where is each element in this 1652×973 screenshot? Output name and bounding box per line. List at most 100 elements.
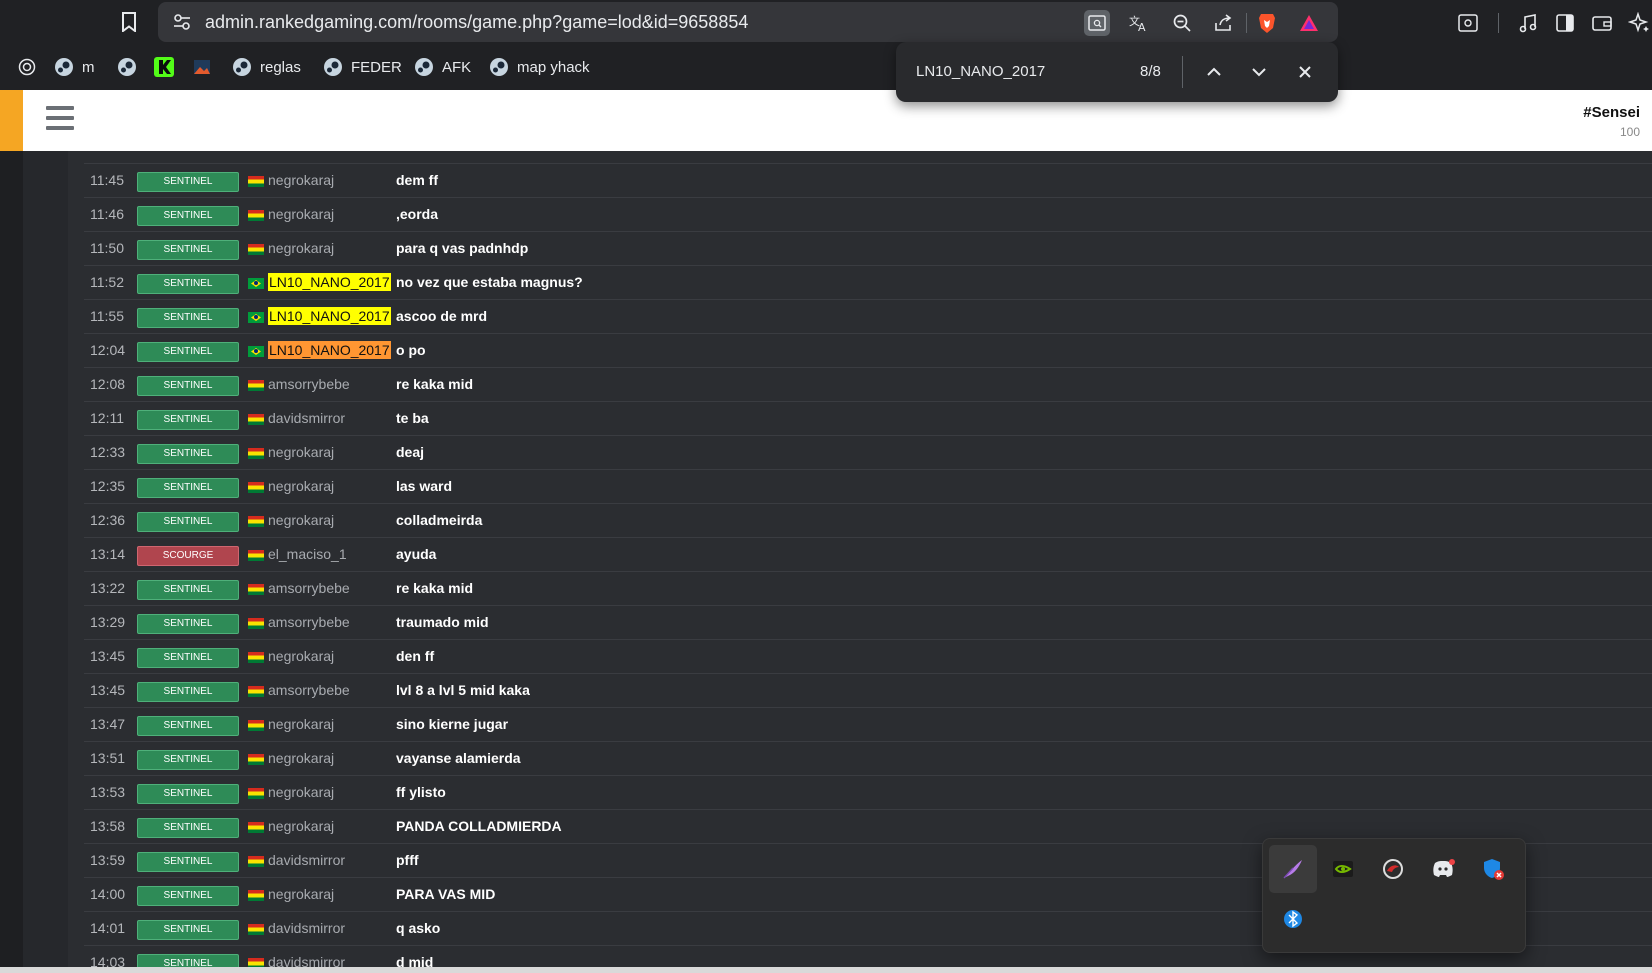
windows-security-icon[interactable] (1469, 845, 1517, 893)
bolivia-flag-icon (248, 176, 264, 187)
profile-name[interactable]: #Sensei (1583, 104, 1640, 121)
player-name[interactable]: negrokaraj (268, 716, 334, 732)
brazil-flag-icon (248, 278, 264, 289)
player-name[interactable]: negrokaraj (268, 240, 334, 256)
steam-icon (117, 57, 137, 77)
bookmark-k[interactable] (154, 56, 174, 78)
system-tray-overflow (1262, 838, 1526, 953)
player-name[interactable]: negrokaraj (268, 648, 334, 664)
taskbar-edge (0, 967, 1652, 973)
bookmark-chatgpt[interactable] (17, 56, 37, 78)
brazil-flag-icon (248, 346, 264, 357)
player-name[interactable]: negrokaraj (268, 444, 334, 460)
team-badge: SENTINEL (137, 614, 239, 634)
wallet-icon[interactable] (1589, 10, 1615, 36)
team-badge: SENTINEL (137, 852, 239, 872)
player-name[interactable]: davidsmirror (268, 410, 345, 426)
player-name[interactable]: negrokaraj (268, 512, 334, 528)
chatgpt-icon (17, 57, 37, 77)
leo-ai-icon[interactable] (1626, 10, 1652, 36)
chat-timestamp: 14:03 (90, 954, 126, 967)
find-in-page-icon[interactable] (1084, 10, 1110, 36)
player-name[interactable]: davidsmirror (268, 920, 345, 936)
bluetooth-icon[interactable] (1269, 895, 1317, 943)
steam-icon (414, 57, 434, 77)
player-name[interactable]: davidsmirror (268, 954, 345, 967)
translate-icon[interactable]: 文A (1126, 10, 1152, 36)
chat-row: 13:29 SENTINEL amsorrybebe traumado mid (84, 606, 1652, 640)
find-previous-button[interactable] (1202, 60, 1226, 84)
player-name[interactable]: negrokaraj (268, 784, 334, 800)
team-badge: SENTINEL (137, 308, 239, 328)
team-badge: SENTINEL (137, 444, 239, 464)
player-name[interactable]: negrokaraj (268, 886, 334, 902)
browser-toolbar: admin.rankedgaming.com/rooms/game.php?ga… (0, 0, 1652, 44)
rog-armoury-icon[interactable] (1369, 845, 1417, 893)
bolivia-flag-icon (248, 380, 264, 391)
player-name[interactable]: amsorrybebe (268, 580, 350, 596)
player-name[interactable]: LN10_NANO_2017 (268, 341, 391, 359)
team-badge: SENTINEL (137, 818, 239, 838)
feather-app-icon[interactable] (1269, 845, 1317, 893)
player-name[interactable]: amsorrybebe (268, 376, 350, 392)
zoom-out-icon[interactable] (1169, 10, 1195, 36)
chat-timestamp: 12:33 (90, 444, 126, 460)
find-next-button[interactable] (1247, 60, 1271, 84)
brave-shields-icon[interactable] (1254, 10, 1280, 36)
player-name[interactable]: davidsmirror (268, 852, 345, 868)
chat-timestamp: 13:14 (90, 546, 126, 562)
bolivia-flag-icon (248, 652, 264, 663)
player-name[interactable]: amsorrybebe (268, 614, 350, 630)
team-badge: SENTINEL (137, 240, 239, 260)
player-name[interactable]: negrokaraj (268, 172, 334, 188)
chat-timestamp: 12:04 (90, 342, 126, 358)
chat-timestamp: 11:45 (90, 172, 124, 188)
bookmark-gallery[interactable] (192, 56, 212, 78)
bolivia-flag-icon (248, 788, 264, 799)
bolivia-flag-icon (248, 550, 264, 561)
player-name[interactable]: negrokaraj (268, 750, 334, 766)
bookmark-steam[interactable] (117, 56, 137, 78)
player-name[interactable]: negrokaraj (268, 818, 334, 834)
discord-icon[interactable] (1419, 845, 1467, 893)
find-input[interactable]: LN10_NANO_2017 (916, 63, 1045, 80)
share-icon[interactable] (1210, 10, 1236, 36)
screenshot-icon[interactable] (1455, 10, 1481, 36)
chevron-down-icon (1252, 68, 1266, 77)
player-name[interactable]: negrokaraj (268, 478, 334, 494)
player-name[interactable]: el_maciso_1 (268, 546, 347, 562)
chat-timestamp: 11:50 (90, 240, 124, 256)
chat-row: 13:53 SENTINEL negrokaraj ff ylisto (84, 776, 1652, 810)
bookmark-label: AFK (442, 58, 472, 76)
player-name[interactable]: negrokaraj (268, 206, 334, 222)
find-divider (1182, 56, 1183, 88)
brave-rewards-icon[interactable] (1296, 10, 1322, 36)
hamburger-menu-icon[interactable] (46, 106, 76, 134)
steam-icon (323, 57, 343, 77)
bookmark-map-yhack[interactable]: map yhack (489, 56, 590, 78)
nvidia-icon[interactable] (1319, 845, 1367, 893)
player-name[interactable]: LN10_NANO_2017 (268, 273, 391, 291)
url-text[interactable]: admin.rankedgaming.com/rooms/game.php?ga… (205, 12, 748, 33)
bookmark-m[interactable]: m (54, 56, 95, 78)
player-name[interactable]: amsorrybebe (268, 682, 350, 698)
chat-row: 11:55 SENTINEL LN10_NANO_2017 ascoo de mrd (84, 300, 1652, 334)
site-settings-icon[interactable] (172, 12, 192, 32)
sidebar-icon[interactable] (1552, 10, 1578, 36)
team-badge: SENTINEL (137, 580, 239, 600)
chat-message: vayanse alamierda (396, 750, 521, 766)
media-music-icon[interactable] (1515, 10, 1541, 36)
toolbar-divider (1498, 13, 1499, 33)
bookmark-label: FEDER (351, 58, 402, 76)
team-badge: SENTINEL (137, 478, 239, 498)
bookmark-reglas[interactable]: reglas (232, 56, 301, 78)
address-bar[interactable]: admin.rankedgaming.com/rooms/game.php?ga… (158, 2, 1338, 42)
find-close-button[interactable] (1293, 60, 1317, 84)
player-name[interactable]: LN10_NANO_2017 (268, 307, 391, 325)
bookmark-icon[interactable] (117, 10, 141, 34)
chat-message: traumado mid (396, 614, 489, 630)
bookmark-feder[interactable]: FEDER (323, 56, 402, 78)
bookmark-afk[interactable]: AFK (414, 56, 471, 78)
steam-icon (489, 57, 509, 77)
chat-timestamp: 13:22 (90, 580, 126, 596)
